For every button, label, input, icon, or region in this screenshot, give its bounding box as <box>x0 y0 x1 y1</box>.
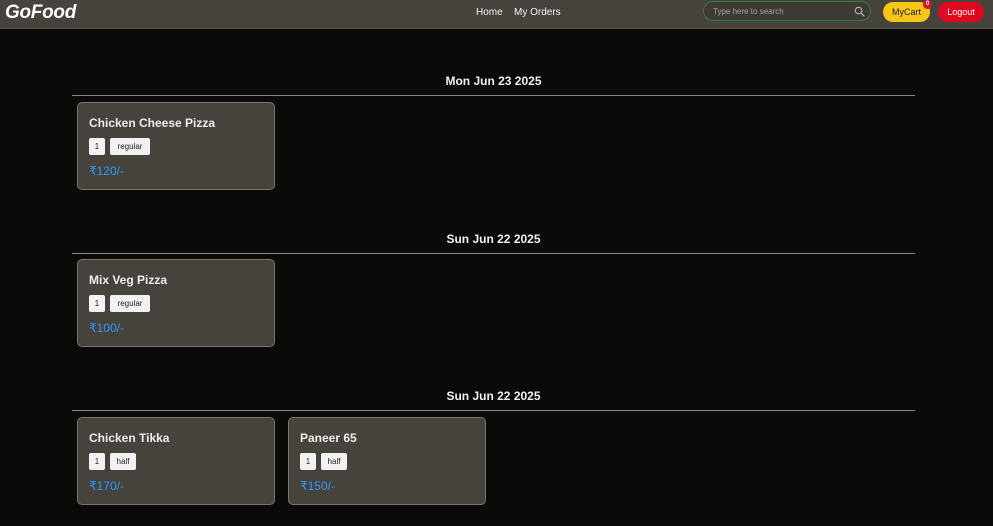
nav-link-home[interactable]: Home <box>476 7 503 19</box>
item-price: ₹120/- <box>89 164 124 178</box>
divider <box>72 253 915 254</box>
nav-link-my-orders[interactable]: My Orders <box>514 7 561 19</box>
order-item-card: Mix Veg Pizza 1 regular ₹100/- <box>77 259 275 347</box>
item-price: ₹150/- <box>300 479 335 493</box>
order-date-heading: Sun Jun 22 2025 <box>446 389 541 403</box>
divider <box>72 95 915 96</box>
size-chip: half <box>321 453 347 470</box>
order-item-card: Chicken Tikka 1 half ₹170/- <box>77 417 275 505</box>
quantity-chip: 1 <box>89 295 105 312</box>
item-name: Paneer 65 <box>300 431 357 445</box>
search-icon[interactable] <box>854 6 865 17</box>
order-item-card: Chicken Cheese Pizza 1 regular ₹120/- <box>77 102 275 190</box>
divider <box>72 410 915 411</box>
order-date-heading: Mon Jun 23 2025 <box>445 74 542 88</box>
quantity-chip: 1 <box>89 138 105 155</box>
search-box <box>703 1 871 21</box>
navbar: GoFood Home My Orders MyCart 0 Logout <box>0 0 993 29</box>
brand-logo[interactable]: GoFood <box>5 1 76 25</box>
item-price: ₹170/- <box>89 479 124 493</box>
logout-button[interactable]: Logout <box>938 2 984 22</box>
size-chip: regular <box>110 138 150 155</box>
order-date-heading: Sun Jun 22 2025 <box>446 232 541 246</box>
item-price: ₹100/- <box>89 321 124 335</box>
quantity-chip: 1 <box>89 453 105 470</box>
cart-count-badge: 0 <box>923 0 932 9</box>
quantity-chip: 1 <box>300 453 316 470</box>
search-input[interactable] <box>713 5 851 18</box>
item-name: Mix Veg Pizza <box>89 273 168 287</box>
order-item-card: Paneer 65 1 half ₹150/- <box>288 417 486 505</box>
size-chip: half <box>110 453 136 470</box>
item-name: Chicken Tikka <box>89 431 170 445</box>
size-chip: regular <box>110 295 150 312</box>
item-name: Chicken Cheese Pizza <box>89 116 216 130</box>
